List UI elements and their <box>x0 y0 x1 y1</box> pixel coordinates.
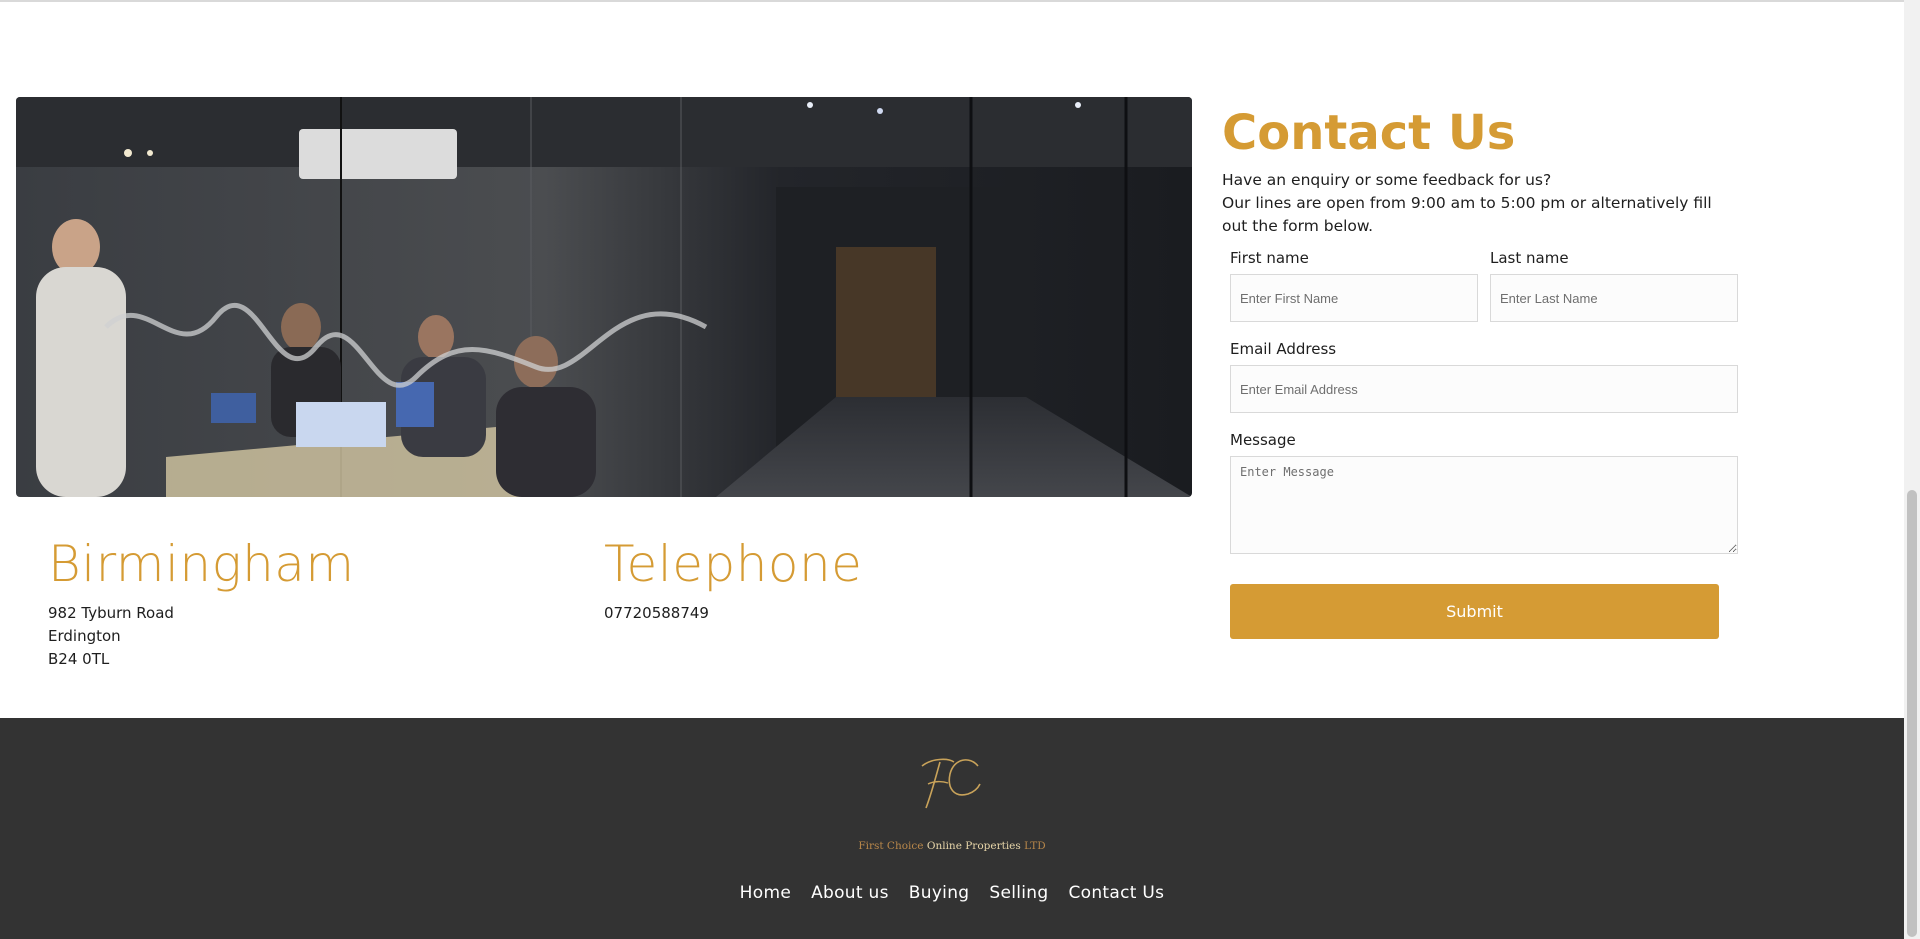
footer-nav-selling[interactable]: Selling <box>989 883 1048 903</box>
footer-nav-contact[interactable]: Contact Us <box>1068 883 1164 903</box>
address-postcode: B24 0TL <box>48 650 110 668</box>
office-photo <box>16 97 1192 497</box>
top-divider <box>0 0 1904 2</box>
footer-nav-buying[interactable]: Buying <box>909 883 970 903</box>
contact-intro-line-1: Have an enquiry or some feedback for us? <box>1222 171 1552 189</box>
message-textarea[interactable] <box>1230 456 1738 554</box>
footer-nav-home[interactable]: Home <box>740 883 791 903</box>
contact-title: Contact Us <box>1222 105 1516 161</box>
contact-section: Contact Us Have an enquiry or some feedb… <box>1222 103 1742 238</box>
birmingham-heading: Birmingham <box>48 535 355 593</box>
email-label: Email Address <box>1230 340 1337 358</box>
company-name: First Choice Online Properties LTD <box>0 840 1904 852</box>
footer-nav: Home About us Buying Selling Contact Us <box>0 883 1904 903</box>
last-name-input[interactable] <box>1490 274 1738 322</box>
submit-button[interactable]: Submit <box>1230 584 1719 639</box>
email-input[interactable] <box>1230 365 1738 413</box>
first-name-input[interactable] <box>1230 274 1478 322</box>
message-label: Message <box>1230 431 1296 449</box>
address-line-1: 982 Tyburn Road <box>48 604 174 622</box>
telephone-heading: Telephone <box>604 535 863 593</box>
company-name-part-2: Online Properties <box>926 840 1021 852</box>
address-line-2: Erdington <box>48 627 121 645</box>
company-name-part-3: LTD <box>1024 840 1046 852</box>
telephone-block: Telephone 07720588749 <box>604 534 862 625</box>
birmingham-address-block: Birmingham 982 Tyburn Road Erdington B24… <box>48 534 355 671</box>
telephone-number: 07720588749 <box>604 604 709 622</box>
contact-intro-line-2: Our lines are open from 9:00 am to 5:00 … <box>1222 194 1712 235</box>
contact-form: First name Last name Email Address Messa… <box>1230 248 1738 571</box>
company-name-part-1: First Choice <box>858 840 924 852</box>
page-scrollbar[interactable] <box>1904 0 1920 939</box>
fc-monogram-logo-icon[interactable] <box>914 752 988 814</box>
last-name-label: Last name <box>1490 249 1569 267</box>
footer-nav-about[interactable]: About us <box>811 883 889 903</box>
first-name-label: First name <box>1230 249 1309 267</box>
scrollbar-thumb[interactable] <box>1907 490 1917 937</box>
